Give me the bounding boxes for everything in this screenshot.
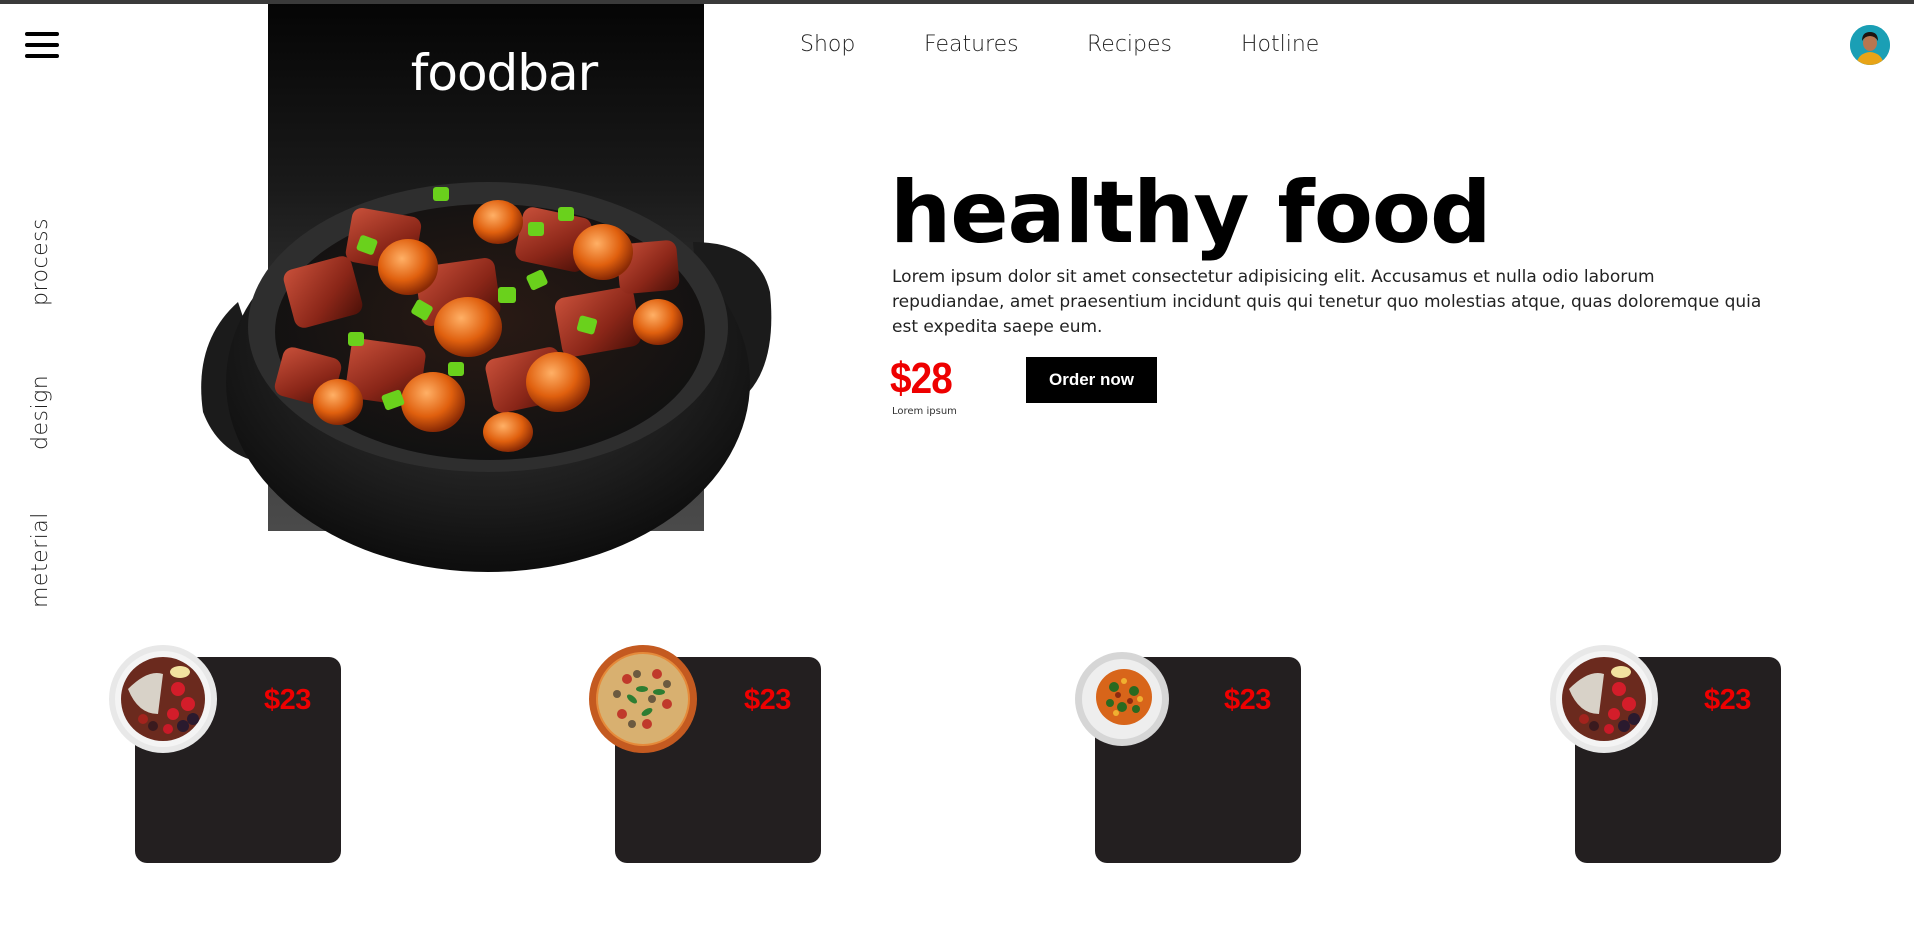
- nav-item-shop[interactable]: Shop: [800, 32, 855, 57]
- pasta-plate-image: [1075, 652, 1169, 746]
- hero-price-caption: Lorem ipsum: [892, 406, 957, 417]
- card-price: $23: [744, 684, 791, 716]
- fruit-bowl-image: [1550, 645, 1658, 753]
- brand-logo[interactable]: foodbar: [268, 44, 740, 102]
- card-price: $23: [264, 684, 311, 716]
- hero-description: Lorem ipsum dolor sit amet consectetur a…: [892, 267, 1762, 337]
- nav-item-recipes[interactable]: Recipes: [1087, 32, 1172, 57]
- card-price: $23: [1704, 684, 1751, 716]
- avatar-icon: [1850, 25, 1890, 65]
- nav-item-hotline[interactable]: Hotline: [1241, 32, 1319, 57]
- hamburger-menu-icon[interactable]: [25, 32, 59, 58]
- hero-price: $28: [890, 354, 953, 403]
- pizza-image: [589, 645, 697, 753]
- nav-item-features[interactable]: Features: [924, 32, 1019, 57]
- sidebar-item-meterial[interactable]: meterial: [28, 512, 53, 608]
- card-price: $23: [1224, 684, 1271, 716]
- sidebar-item-design[interactable]: design: [28, 375, 53, 450]
- fruit-bowl-image: [109, 645, 217, 753]
- user-avatar[interactable]: [1850, 25, 1890, 65]
- sidebar-item-process[interactable]: process: [28, 218, 53, 306]
- hero-title: healthy food: [890, 163, 1492, 263]
- order-now-button[interactable]: Order now: [1026, 357, 1157, 403]
- hero-dish-image: [201, 182, 772, 572]
